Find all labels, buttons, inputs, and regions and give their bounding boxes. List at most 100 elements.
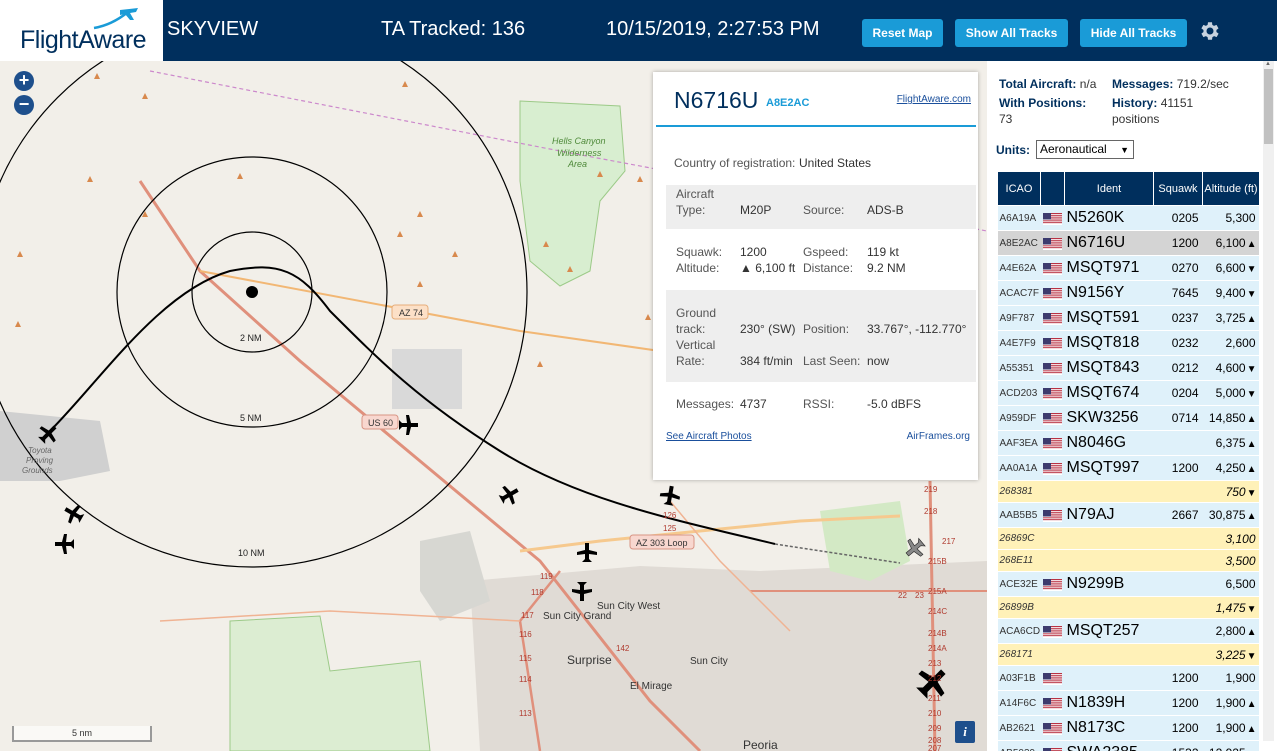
altitude-value: 750 (1225, 484, 1246, 499)
positions-label: With Positions: (999, 96, 1087, 110)
dropdown-arrow-icon: ▼ (1120, 145, 1129, 155)
range-label-5nm: 5 NM (240, 413, 262, 423)
altitude-trend-icon: ▼ (1246, 289, 1257, 300)
us-flag-icon (1043, 745, 1062, 751)
table-row[interactable]: ACAC7F N9156Y 7645 9,400▼ (997, 280, 1259, 306)
aircraft-type-label: Aircraft (676, 187, 715, 201)
altitude-value: 6,375 (1215, 436, 1246, 450)
scrollbar-thumb[interactable] (1264, 69, 1273, 144)
altitude-trend-icon: ▼ (1246, 389, 1257, 400)
table-row[interactable]: AAF3EA N8046G 6,375▲ (997, 430, 1259, 456)
squawk-row: Squawk: 1200 Gspeed: 119 kt Altitude: ▲ … (666, 238, 976, 282)
table-row[interactable]: 268381 750▼ (997, 480, 1259, 503)
ident-cell: MSQT257 (1064, 618, 1154, 644)
us-flag-icon (1043, 576, 1062, 593)
squawk-cell (1153, 480, 1203, 503)
aircraft-icon[interactable] (577, 543, 597, 562)
altitude-cell: 5,000▼ (1202, 380, 1259, 406)
aircraft-icon[interactable] (659, 484, 682, 506)
squawk-cell: 1200 (1153, 455, 1203, 481)
ident-cell (1064, 596, 1154, 619)
icao-cell: A14F6C (997, 690, 1041, 716)
flightaware-logo[interactable]: FlightAware (0, 0, 163, 61)
proving-grounds-area (0, 411, 110, 481)
flag-cell (1040, 549, 1065, 572)
flag-cell (1040, 740, 1065, 751)
table-row[interactable]: AAB5B5 N79AJ 2667 30,875▲ (997, 502, 1259, 528)
ident-cell: N9156Y (1064, 280, 1154, 306)
ident-cell (1064, 643, 1154, 666)
units-select[interactable]: Aeronautical ▼ (1036, 140, 1134, 159)
table-row[interactable]: 26869C 3,100 (997, 527, 1259, 550)
ident-cell: MSQT591 (1064, 305, 1154, 331)
vertical-rate-label: Rate: (676, 354, 705, 368)
aircraft-table-container[interactable]: ICAO Ident Squawk Altitude (ft) A6A19A N5… (997, 171, 1259, 751)
skyview-app: FlightAware SKYVIEW TA Tracked: 136 10/1… (0, 0, 1277, 751)
aircraft-type-value: M20P (740, 203, 772, 217)
flightaware-link[interactable]: FlightAware.com (897, 94, 971, 105)
table-row[interactable]: AB5039 SWA2385153212,925▲ (997, 740, 1259, 751)
table-row[interactable]: A6A19A N5260K 0205 5,300 (997, 205, 1259, 231)
table-row[interactable]: ACE32E N9299B 6,500 (997, 571, 1259, 597)
squawk-cell: 1200 (1153, 690, 1203, 716)
table-row[interactable]: A14F6C N1839H 1200 1,900▲ (997, 690, 1259, 716)
table-row[interactable]: AB2621 N8173C 1200 1,900▲ (997, 715, 1259, 741)
town-label: El Mirage (630, 681, 673, 692)
squawk-value: 1200 (740, 245, 767, 259)
altitude-cell: 3,725▲ (1202, 305, 1259, 331)
table-row[interactable]: A4E62A MSQT971 0270 6,600▼ (997, 255, 1259, 281)
icao-cell: A55351 (997, 355, 1041, 381)
gear-icon[interactable] (1197, 19, 1221, 43)
table-row[interactable]: 26899B 1,475▼ (997, 596, 1259, 619)
icao-cell: ACAC7F (997, 280, 1041, 306)
zoom-in-button[interactable]: + (14, 71, 34, 91)
exit-number: 207 (928, 744, 942, 751)
reset-map-button[interactable]: Reset Map (862, 19, 943, 47)
table-row[interactable]: ACA6CD MSQT257 2,800▲ (997, 618, 1259, 644)
aircraft-icon[interactable] (399, 415, 418, 435)
table-row[interactable]: 268E11 3,500 (997, 549, 1259, 572)
flag-cell (1040, 480, 1065, 503)
show-all-tracks-button[interactable]: Show All Tracks (955, 19, 1068, 47)
table-row[interactable]: ACD203 MSQT674 0204 5,000▼ (997, 380, 1259, 406)
table-row[interactable]: A8E2AC N6716U 1200 6,100▲ (997, 230, 1259, 256)
altitude-cell: 3,100 (1202, 527, 1259, 550)
table-row[interactable]: A959DF SKW3256 0714 14,850▲ (997, 405, 1259, 431)
proving-label: Toyota (28, 446, 52, 455)
altitude-trend-icon: ▲ (1246, 699, 1257, 710)
column-header-flag[interactable] (1040, 171, 1065, 206)
table-row[interactable]: 268171 3,225▼ (997, 643, 1259, 666)
table-row[interactable]: AA0A1A MSQT997 1200 4,250▲ (997, 455, 1259, 481)
popup-ident: N6716U (674, 87, 759, 113)
aircraft-icon[interactable] (55, 534, 74, 554)
column-header-altitude[interactable]: Altitude (ft) (1202, 171, 1259, 206)
squawk-cell (1153, 643, 1203, 666)
airframes-link[interactable]: AirFrames.org (907, 431, 970, 442)
map-info-button[interactable]: i (955, 721, 975, 743)
table-row[interactable]: A9F787 MSQT591 0237 3,725▲ (997, 305, 1259, 331)
table-row[interactable]: A03F1B 1200 1,900 (997, 665, 1259, 691)
altitude-value: 5,000 (1215, 386, 1246, 400)
table-row[interactable]: A55351 MSQT843 0212 4,600▼ (997, 355, 1259, 381)
aircraft-icon[interactable] (60, 500, 86, 527)
messages-value: 4737 (740, 397, 767, 411)
table-header-row: ICAO Ident Squawk Altitude (ft) (997, 171, 1259, 206)
column-header-icao[interactable]: ICAO (997, 171, 1041, 206)
icao-cell: AA0A1A (997, 455, 1041, 481)
squawk-cell: 0205 (1153, 205, 1203, 231)
exit-number: 214C (928, 607, 947, 616)
aircraft-table-body: A6A19A N5260K 0205 5,300 A8E2AC N6716U 1200 6,1… (997, 205, 1259, 751)
column-header-squawk[interactable]: Squawk (1153, 171, 1203, 206)
icao-cell: AAB5B5 (997, 502, 1041, 528)
column-header-ident[interactable]: Ident (1064, 171, 1154, 206)
zoom-out-button[interactable]: − (14, 95, 34, 115)
hide-all-tracks-button[interactable]: Hide All Tracks (1080, 19, 1187, 47)
altitude-trend-icon: ▲ (1246, 627, 1257, 638)
flag-cell (1040, 330, 1065, 356)
aircraft-photos-link[interactable]: See Aircraft Photos (666, 431, 752, 442)
aircraft-icon[interactable] (496, 481, 522, 508)
table-row[interactable]: A4E7F9 MSQT818 0232 2,600 (997, 330, 1259, 356)
icao-cell: A8E2AC (997, 230, 1041, 256)
scroll-up-icon[interactable]: ▲ (1265, 61, 1271, 67)
list-scrollbar[interactable]: ▲ (1263, 61, 1274, 741)
